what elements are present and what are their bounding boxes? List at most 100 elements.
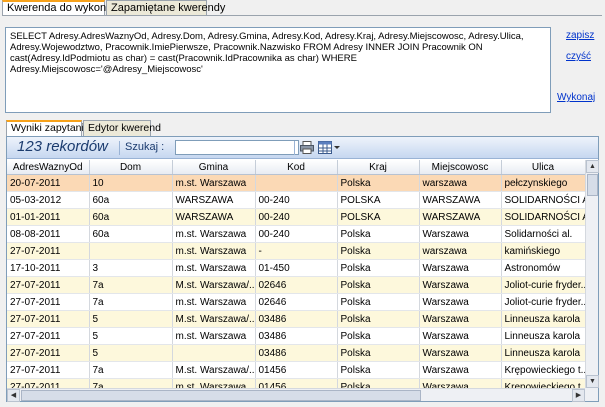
table-row[interactable]: 27-07-2011 7a M.st. Warszawa/... 02646 Polsk… bbox=[7, 276, 585, 294]
table-cell[interactable]: M.st. Warszawa/... bbox=[172, 276, 256, 294]
table-cell[interactable]: 02646 bbox=[255, 293, 338, 311]
table-cell[interactable]: m.st. Warszawa bbox=[172, 378, 256, 388]
table-cell[interactable]: Linneusza karola bbox=[501, 344, 585, 362]
table-cell[interactable]: 5 bbox=[89, 327, 173, 345]
table-row[interactable]: 27-07-2011 7a m.st. Warszawa 01456 Polska War… bbox=[7, 378, 585, 388]
table-cell[interactable]: 01-450 bbox=[255, 259, 338, 277]
table-cell[interactable]: Polska bbox=[337, 327, 420, 345]
table-cell[interactable]: 00-240 bbox=[255, 191, 338, 209]
scroll-left-icon[interactable]: ◀ bbox=[7, 389, 20, 402]
chevron-down-icon[interactable] bbox=[333, 141, 341, 154]
table-cell[interactable]: Polska bbox=[337, 293, 420, 311]
table-row[interactable]: 27-07-2011 7a m.st. Warszawa 02646 Polska War… bbox=[7, 293, 585, 311]
table-cell[interactable]: m.st. Warszawa bbox=[172, 242, 256, 260]
print-icon[interactable] bbox=[300, 141, 314, 154]
table-cell[interactable]: Warszawa bbox=[419, 310, 502, 328]
table-cell[interactable]: pełczynskiego bbox=[501, 174, 585, 192]
table-cell[interactable]: Warszawa bbox=[419, 378, 502, 388]
table-cell[interactable]: kamińskiego bbox=[501, 242, 585, 260]
table-cell[interactable]: WARSZAWA bbox=[172, 208, 256, 226]
table-cell[interactable]: Warszawa bbox=[419, 327, 502, 345]
table-cell[interactable]: Warszawa bbox=[419, 361, 502, 379]
horizontal-scrollbar[interactable]: ◀ ▶ bbox=[7, 388, 585, 402]
table-cell[interactable]: warszawa bbox=[419, 242, 502, 260]
table-cell[interactable]: WARSZAWA bbox=[172, 191, 256, 209]
table-cell[interactable]: Warszawa bbox=[419, 276, 502, 294]
table-cell[interactable]: m.st. Warszawa bbox=[172, 293, 256, 311]
table-row[interactable]: 20-07-2011 10 m.st. Warszawa Polska warszawa… bbox=[7, 174, 585, 192]
table-cell[interactable]: 27-07-2011 bbox=[7, 327, 90, 345]
table-cell[interactable]: 27-07-2011 bbox=[7, 378, 90, 388]
table-cell[interactable]: 60a bbox=[89, 208, 173, 226]
table-cell[interactable]: 27-07-2011 bbox=[7, 242, 90, 260]
table-row[interactable]: 27-07-2011 7a M.st. Warszawa/... 01456 Polsk… bbox=[7, 361, 585, 379]
table-cell[interactable]: 05-03-2012 bbox=[7, 191, 90, 209]
table-cell[interactable]: Warszawa bbox=[419, 259, 502, 277]
tab-saved-queries[interactable]: Zapamiętane kwerendy bbox=[106, 0, 225, 16]
horizontal-scroll-thumb[interactable] bbox=[21, 390, 421, 401]
table-row[interactable]: 05-03-2012 60a WARSZAWA 00-240 POLSKA WARSZAW… bbox=[7, 191, 585, 209]
table-cell[interactable]: 60a bbox=[89, 225, 173, 243]
column-header[interactable]: Gmina bbox=[172, 160, 256, 175]
table-cell[interactable]: 08-08-2011 bbox=[7, 225, 90, 243]
table-cell[interactable]: Solidarności al. bbox=[501, 225, 585, 243]
table-cell[interactable]: 3 bbox=[89, 259, 173, 277]
table-cell[interactable]: m.st. Warszawa bbox=[172, 225, 256, 243]
table-cell[interactable]: Polska bbox=[337, 276, 420, 294]
table-cell[interactable]: SOLIDARNOŚCI AL. bbox=[501, 191, 585, 209]
clear-link[interactable]: czyść bbox=[566, 51, 591, 62]
table-cell[interactable] bbox=[255, 174, 338, 192]
search-input[interactable] bbox=[175, 140, 299, 155]
table-cell[interactable] bbox=[172, 344, 256, 362]
table-cell[interactable]: Warszawa bbox=[419, 293, 502, 311]
table-cell[interactable]: 01-01-2011 bbox=[7, 208, 90, 226]
scroll-right-icon[interactable]: ▶ bbox=[572, 389, 585, 402]
table-cell[interactable]: POLSKA bbox=[337, 191, 420, 209]
table-cell[interactable]: 5 bbox=[89, 310, 173, 328]
table-cell[interactable]: 7a bbox=[89, 378, 173, 388]
table-cell[interactable]: WARSZAWA bbox=[419, 191, 502, 209]
table-cell[interactable]: 7a bbox=[89, 361, 173, 379]
column-header[interactable]: Kraj bbox=[337, 160, 420, 175]
sql-query-textarea[interactable]: SELECT Adresy.AdresWaznyOd, Adresy.Dom, … bbox=[5, 27, 551, 113]
table-cell[interactable]: Krępowieckiego t... bbox=[501, 361, 585, 379]
vertical-scroll-thumb[interactable] bbox=[587, 174, 598, 196]
table-cell[interactable]: 27-07-2011 bbox=[7, 361, 90, 379]
table-cell[interactable]: SOLIDARNOŚCI AL. bbox=[501, 208, 585, 226]
column-header[interactable]: Ulica bbox=[501, 160, 585, 175]
column-header[interactable]: AdresWaznyOd bbox=[7, 160, 90, 175]
table-cell[interactable]: m.st. Warszawa bbox=[172, 259, 256, 277]
table-cell[interactable]: 7a bbox=[89, 276, 173, 294]
table-cell[interactable]: 60a bbox=[89, 191, 173, 209]
table-cell[interactable]: - bbox=[255, 242, 338, 260]
table-cell[interactable]: Astronomów bbox=[501, 259, 585, 277]
scroll-up-icon[interactable]: ▲ bbox=[586, 160, 599, 173]
table-cell[interactable]: Polska bbox=[337, 174, 420, 192]
run-link[interactable]: Wykonaj bbox=[557, 92, 595, 103]
grid-view-icon[interactable] bbox=[318, 141, 332, 154]
table-cell[interactable]: m.st. Warszawa bbox=[172, 174, 256, 192]
table-cell[interactable]: 27-07-2011 bbox=[7, 293, 90, 311]
column-header[interactable]: Miejscowosc bbox=[419, 160, 502, 175]
table-cell[interactable]: Polska bbox=[337, 361, 420, 379]
table-cell[interactable]: POLSKA bbox=[337, 208, 420, 226]
table-cell[interactable]: 00-240 bbox=[255, 208, 338, 226]
tab-query-results[interactable]: Wyniki zapytania bbox=[6, 120, 90, 136]
column-header[interactable]: Kod bbox=[255, 160, 338, 175]
table-cell[interactable]: M.st. Warszawa/... bbox=[172, 310, 256, 328]
table-cell[interactable]: 01456 bbox=[255, 378, 338, 388]
table-cell[interactable]: 7a bbox=[89, 293, 173, 311]
table-row[interactable]: 17-10-2011 3 m.st. Warszawa 01-450 Polska War… bbox=[7, 259, 585, 277]
table-cell[interactable]: 01456 bbox=[255, 361, 338, 379]
table-cell[interactable]: 27-07-2011 bbox=[7, 310, 90, 328]
table-cell[interactable]: m.st. Warszawa bbox=[172, 327, 256, 345]
table-cell[interactable]: 03486 bbox=[255, 327, 338, 345]
save-link[interactable]: zapisz bbox=[566, 30, 594, 41]
table-cell[interactable]: Polska bbox=[337, 242, 420, 260]
table-cell[interactable]: 03486 bbox=[255, 310, 338, 328]
scroll-down-icon[interactable]: ▼ bbox=[586, 375, 599, 388]
table-cell[interactable] bbox=[89, 242, 173, 260]
table-cell[interactable]: 27-07-2011 bbox=[7, 276, 90, 294]
table-row[interactable]: 27-07-2011 m.st. Warszawa - Polska warszawa k… bbox=[7, 242, 585, 260]
tab-query-to-run[interactable]: Kwerenda do wykonania bbox=[2, 0, 127, 16]
